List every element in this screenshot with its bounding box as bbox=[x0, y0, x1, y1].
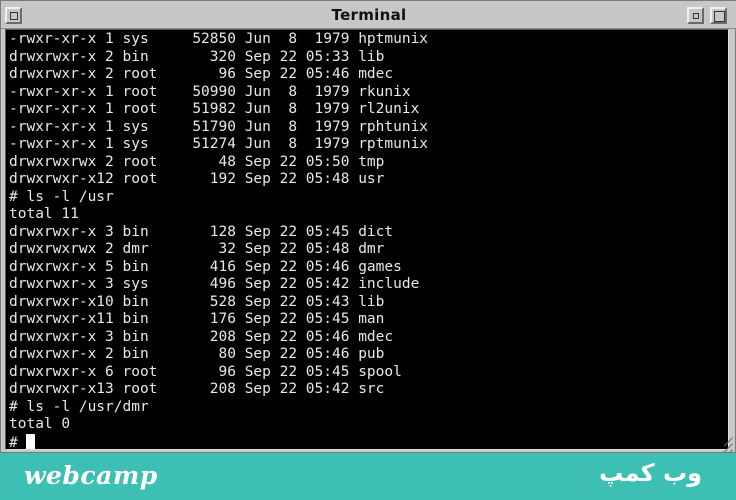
webcamp-logo: webcamp bbox=[24, 461, 158, 490]
window-title: Terminal bbox=[331, 6, 407, 24]
terminal-line: drwxrwxrwx 2 root 48 Sep 22 05:50 tmp bbox=[9, 153, 385, 170]
resize-grip-icon[interactable] bbox=[711, 430, 735, 470]
text-cursor bbox=[26, 433, 36, 449]
terminal-line: drwxrwxr-x 3 sys 496 Sep 22 05:42 includ… bbox=[9, 276, 420, 292]
minimize-icon bbox=[693, 13, 699, 19]
brand-banner: webcamp وب کمپ bbox=[0, 453, 736, 500]
terminal-line: -rwxr-xr-x 1 sys 52850 Jun 8 1979 hptmun… bbox=[9, 31, 429, 47]
terminal-line: -rwxr-xr-x 1 root 51982 Jun 8 1979 rl2un… bbox=[9, 101, 420, 117]
terminal-line: -rwxr-xr-x 1 root 50990 Jun 8 1979 rkuni… bbox=[9, 83, 411, 100]
terminal-window: Terminal -rwxr-xr-x 1 sys 52850 Jun 8 19… bbox=[0, 0, 736, 470]
terminal-command: # ls -l /usr bbox=[9, 188, 114, 205]
minimize-button[interactable] bbox=[687, 7, 704, 24]
terminal-line: drwxrwxr-x 2 bin 80 Sep 22 05:46 pub bbox=[9, 346, 385, 362]
terminal-line: drwxrwxr-x 5 bin 416 Sep 22 05:46 games bbox=[9, 258, 402, 275]
webcamp-logo-persian: وب کمپ bbox=[599, 459, 702, 487]
terminal-line: -rwxr-xr-x 1 sys 51790 Jun 8 1979 rphtun… bbox=[9, 118, 429, 135]
title-bar[interactable]: Terminal bbox=[1, 1, 736, 29]
terminal-line: drwxrwxr-x 3 bin 128 Sep 22 05:45 dict bbox=[9, 223, 394, 240]
terminal-prompt: # bbox=[9, 434, 27, 450]
maximize-button[interactable] bbox=[710, 7, 727, 24]
terminal-prompt-line[interactable]: # bbox=[9, 433, 428, 450]
terminal-line: drwxrwxr-x 2 bin 320 Sep 22 05:33 lib bbox=[9, 48, 385, 65]
terminal-command: # ls -l /usr/dmr bbox=[9, 398, 149, 415]
terminal-line: drwxrwxr-x12 root 192 Sep 22 05:48 usr bbox=[9, 171, 385, 187]
terminal-output[interactable]: -rwxr-xr-x 1 sys 52850 Jun 8 1979 hptmun… bbox=[5, 29, 729, 450]
terminal-lines: -rwxr-xr-x 1 sys 52850 Jun 8 1979 hptmun… bbox=[9, 31, 429, 450]
terminal-line: drwxrwxr-x 3 bin 208 Sep 22 05:46 mdec bbox=[9, 328, 394, 345]
terminal-line: total 0 bbox=[9, 416, 71, 432]
terminal-line: -rwxr-xr-x 1 sys 51274 Jun 8 1979 rptmun… bbox=[9, 136, 429, 152]
terminal-line: drwxrwxrwx 2 dmr 32 Sep 22 05:48 dmr bbox=[9, 241, 385, 257]
terminal-line: drwxrwxr-x 6 root 96 Sep 22 05:45 spool bbox=[9, 363, 402, 380]
terminal-line: total 11 bbox=[9, 206, 79, 222]
maximize-icon bbox=[714, 11, 725, 22]
terminal-line: drwxrwxr-x11 bin 176 Sep 22 05:45 man bbox=[9, 311, 385, 327]
terminal-line: drwxrwxr-x10 bin 528 Sep 22 05:43 lib bbox=[9, 293, 385, 310]
terminal-line: drwxrwxr-x13 root 208 Sep 22 05:42 src bbox=[9, 381, 385, 397]
terminal-line: drwxrwxr-x 2 root 96 Sep 22 05:46 mdec bbox=[9, 66, 394, 82]
